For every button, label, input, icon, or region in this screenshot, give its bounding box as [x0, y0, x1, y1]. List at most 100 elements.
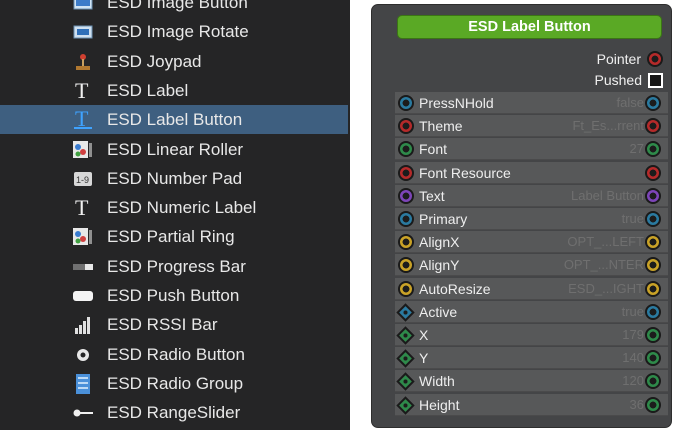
property-value[interactable]: true [622, 211, 644, 226]
palette-item-label: ESD RangeSlider [107, 403, 241, 423]
component-palette: ESD Image Button ESD Image Rotate ESD Joyp… [0, 0, 350, 430]
property-name: Text [419, 187, 445, 204]
property-value[interactable]: 27 [630, 141, 644, 156]
palette-item-label: ESD Radio Button [107, 344, 245, 364]
property-row[interactable]: Width 120 [395, 370, 668, 393]
palette-item[interactable]: ESD Image Button [0, 0, 348, 17]
property-row[interactable]: AutoResize ESD_...IGHT [395, 277, 668, 300]
property-name: Width [419, 373, 455, 390]
input-port-circle-icon[interactable] [398, 164, 414, 181]
property-row[interactable]: Theme Ft_Es...rrent [395, 115, 668, 138]
palette-item[interactable]: ESD Radio Button [0, 340, 348, 369]
property-name: Active [419, 303, 458, 320]
palette-item[interactable]: ESD Radio Group [0, 369, 348, 398]
property-name: AlignY [419, 257, 460, 274]
node-block[interactable]: ESD Label Button Pointer Pushed PressNHol… [371, 4, 672, 428]
image-button-icon [72, 0, 94, 14]
range-slider-icon [72, 402, 94, 424]
node-title[interactable]: ESD Label Button [397, 15, 662, 39]
palette-item[interactable]: ESD Progress Bar [0, 252, 348, 281]
palette-item[interactable]: T ESD Label [0, 76, 348, 105]
push-button-icon [72, 285, 94, 307]
property-value[interactable]: false [617, 95, 644, 110]
partial-ring-icon [72, 226, 94, 248]
property-row[interactable]: Active true [395, 300, 668, 323]
joystick-icon [72, 51, 94, 73]
palette-item[interactable]: 1-9 ESD Number Pad [0, 164, 348, 193]
property-value[interactable]: 36 [630, 397, 644, 412]
output-port-square-icon[interactable] [648, 72, 663, 88]
output-port-circle-icon[interactable] [645, 396, 661, 413]
output-port-circle-icon[interactable] [645, 164, 661, 181]
output-port-circle-icon[interactable] [645, 187, 661, 204]
property-row[interactable]: AlignX OPT_...LEFT [395, 231, 668, 254]
text-t-blue-icon: T [72, 109, 94, 131]
svg-text:1-9: 1-9 [76, 175, 89, 185]
output-pin-pointer[interactable]: Pointer [597, 49, 663, 69]
property-row[interactable]: Font Resource [395, 161, 668, 184]
output-port-circle-icon[interactable] [645, 280, 661, 297]
input-port-circle-icon[interactable] [398, 280, 414, 297]
property-value[interactable]: OPT_...LEFT [567, 234, 644, 249]
property-value[interactable]: true [622, 304, 644, 319]
output-pin-label: Pushed [594, 72, 642, 88]
palette-item-label: ESD Numeric Label [107, 198, 257, 218]
palette-item[interactable]: ESD Partial Ring [0, 222, 348, 251]
property-row[interactable]: Font 27 [395, 138, 668, 161]
property-row[interactable]: AlignY OPT_...NTER [395, 254, 668, 277]
palette-item-label: ESD Joypad [107, 51, 202, 71]
palette-item[interactable]: ESD RangeSlider [0, 398, 348, 427]
property-row[interactable]: Height 36 [395, 393, 668, 416]
property-name: X [419, 327, 429, 343]
palette-item-label: ESD Label Button [107, 110, 243, 130]
input-port-circle-icon[interactable] [398, 95, 414, 111]
palette-item[interactable]: ESD Push Button [0, 281, 348, 310]
property-value[interactable]: Ft_Es...rrent [572, 118, 644, 133]
property-name: Y [419, 350, 429, 367]
property-value[interactable]: ESD_...IGHT [568, 281, 644, 296]
palette-item[interactable]: ESD Image Rotate [0, 17, 348, 46]
property-name: Font [419, 141, 448, 158]
property-value[interactable]: 179 [622, 327, 644, 342]
property-value[interactable]: OPT_...NTER [564, 257, 644, 272]
text-t-icon: T [72, 80, 94, 102]
property-name: Theme [419, 118, 463, 135]
property-row[interactable]: PressNHold false [395, 92, 668, 114]
property-name: Primary [419, 211, 468, 227]
palette-item-label: ESD Push Button [107, 286, 240, 305]
property-name: Font Resource [419, 164, 511, 181]
input-port-circle-icon[interactable] [398, 187, 414, 204]
output-port-circle-icon[interactable] [645, 211, 661, 227]
linear-roller-icon [72, 139, 94, 161]
output-port-circle-icon[interactable] [647, 51, 663, 67]
property-value[interactable]: 120 [622, 373, 644, 388]
input-port-circle-icon[interactable] [398, 211, 414, 227]
property-name: PressNHold [419, 95, 494, 111]
palette-item[interactable]: T ESD Numeric Label [0, 193, 348, 222]
property-value[interactable]: Label Button [571, 188, 644, 203]
palette-item-label: ESD Progress Bar [107, 256, 246, 276]
palette-item-label: ESD RSSI Bar [107, 315, 218, 335]
property-name: AutoResize [419, 280, 491, 297]
radio-button-icon [72, 344, 94, 366]
property-row[interactable]: Primary true [395, 208, 668, 230]
palette-item-label: ESD Radio Group [107, 373, 244, 393]
palette-item[interactable]: ESD Joypad [0, 47, 348, 76]
palette-item[interactable]: T ESD Label Button [0, 105, 348, 135]
property-row[interactable]: Y 140 [395, 347, 668, 370]
rssi-bars-icon [72, 314, 94, 336]
palette-item-label: ESD Partial Ring [107, 227, 235, 247]
progress-bar-icon [72, 256, 94, 278]
property-name: AlignX [419, 234, 460, 251]
property-row[interactable]: X 179 [395, 324, 668, 346]
palette-item[interactable]: ESD RSSI Bar [0, 310, 348, 339]
property-row[interactable]: Text Label Button [395, 184, 668, 207]
palette-item-label: ESD Image Button [107, 0, 248, 12]
palette-item[interactable]: ESD Linear Roller [0, 135, 348, 164]
output-port-circle-icon[interactable] [645, 327, 661, 343]
output-port-circle-icon[interactable] [645, 303, 661, 320]
output-pin-label: Pointer [596, 51, 641, 67]
property-value[interactable]: 140 [622, 350, 644, 365]
output-port-circle-icon[interactable] [645, 95, 661, 111]
output-pin-pushed[interactable]: Pushed [595, 70, 663, 90]
